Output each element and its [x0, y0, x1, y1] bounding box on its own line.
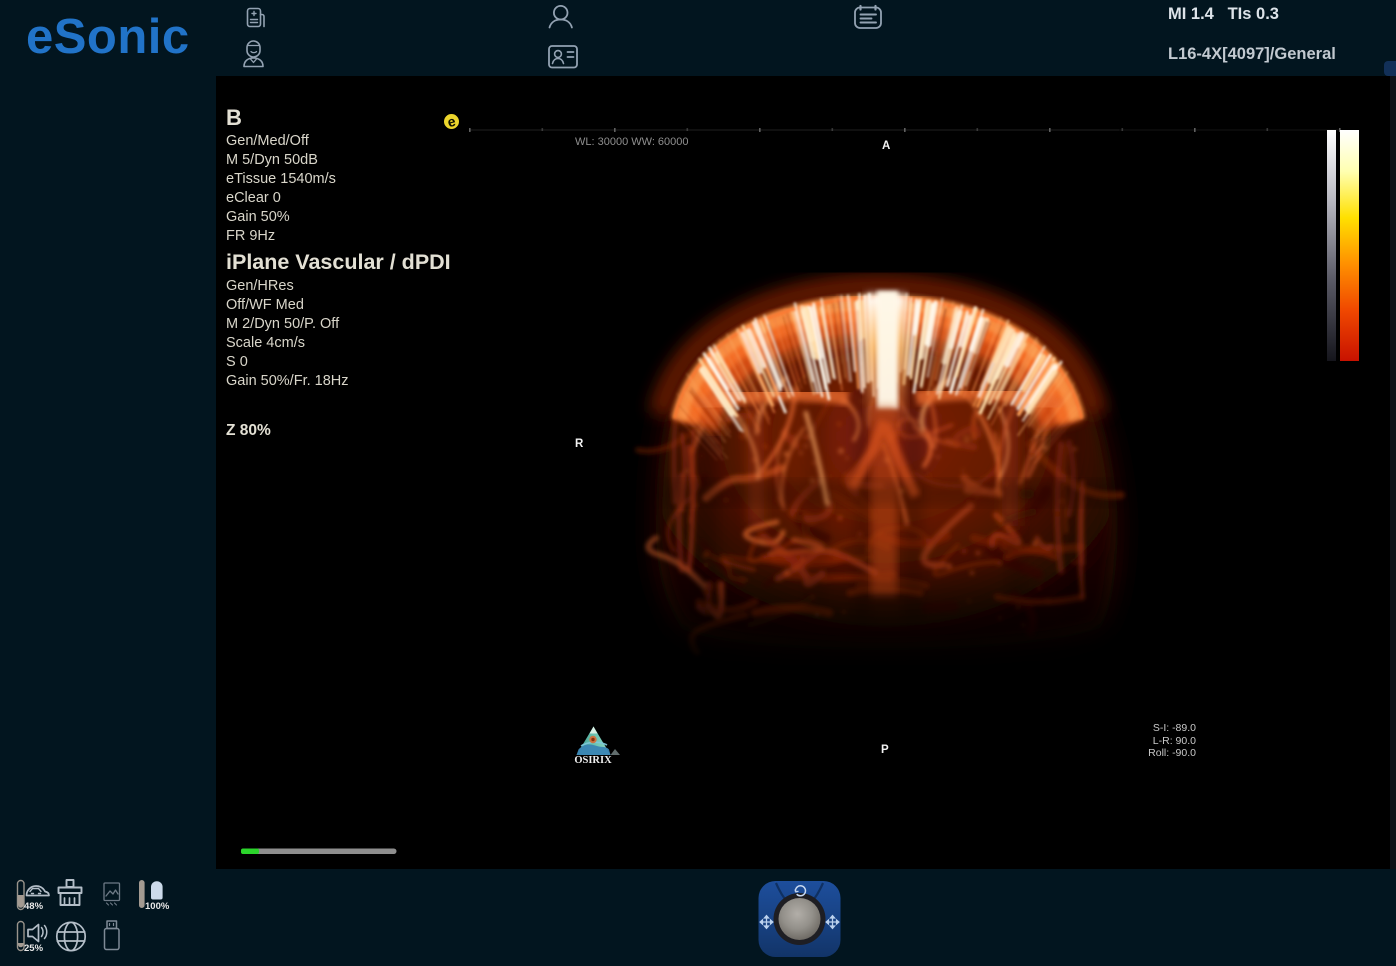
svg-text:OSIRIX: OSIRIX — [574, 755, 612, 766]
